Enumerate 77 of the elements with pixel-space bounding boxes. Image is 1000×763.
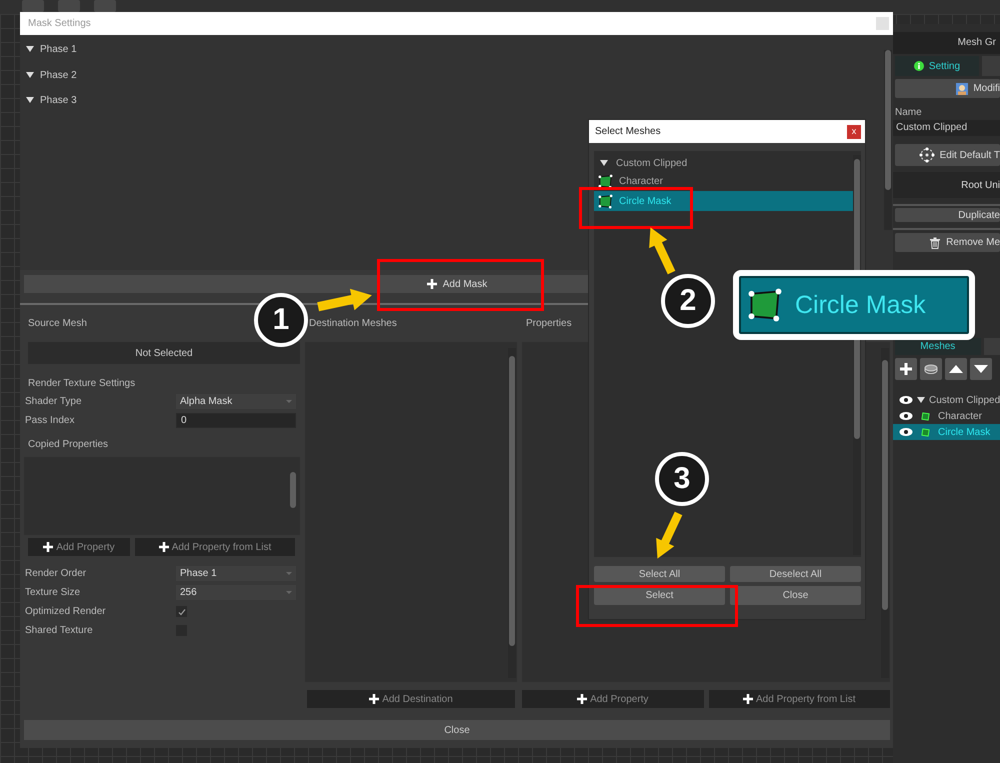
modifier-button[interactable]: Modifi bbox=[895, 79, 1000, 98]
tree-row[interactable]: Character bbox=[893, 408, 1000, 424]
trash-icon bbox=[929, 236, 942, 248]
transform-icon bbox=[918, 147, 935, 163]
plus-icon bbox=[900, 363, 912, 375]
section-label: Copied Properties bbox=[27, 438, 108, 452]
field-label: Shader Type bbox=[24, 396, 83, 407]
render-order-dropdown[interactable]: Phase 1 bbox=[176, 566, 296, 581]
tab[interactable]: Setting bbox=[895, 56, 979, 76]
up-triangle-icon bbox=[949, 365, 963, 373]
callout-label: Circle Mask bbox=[795, 290, 926, 320]
plus-icon bbox=[369, 694, 380, 704]
plus-icon bbox=[577, 694, 588, 704]
plus-icon bbox=[426, 279, 437, 289]
root-unit-label: Root Uni bbox=[961, 180, 1000, 190]
close-button[interactable]: Close bbox=[24, 720, 890, 740]
mesh-icon bbox=[747, 287, 783, 323]
move-up-button[interactable] bbox=[945, 358, 967, 380]
tree-row[interactable]: Circle Mask bbox=[893, 424, 1000, 440]
eye-icon[interactable] bbox=[899, 427, 913, 437]
dialog-button[interactable]: Close bbox=[730, 586, 861, 605]
mesh-item[interactable]: Character bbox=[594, 171, 853, 191]
window-title: Mask Settings bbox=[28, 18, 91, 29]
field-label: Texture Size bbox=[24, 587, 82, 598]
mesh-icon bbox=[598, 174, 613, 188]
add-property-button[interactable]: Add Property from List bbox=[708, 690, 890, 708]
phase-item[interactable]: Phase 3 bbox=[26, 95, 884, 120]
section-label: Render Texture Settings bbox=[27, 377, 136, 391]
scrollbar[interactable] bbox=[884, 50, 892, 230]
column-heading: Destination Meshes bbox=[308, 317, 397, 331]
add-property-button[interactable]: Add Property bbox=[28, 538, 130, 556]
field-label: Pass Index bbox=[24, 415, 76, 426]
add-property-button[interactable]: Add Property bbox=[522, 690, 704, 708]
move-down-button[interactable] bbox=[970, 358, 992, 380]
pass-index-field[interactable]: 0 bbox=[176, 413, 296, 428]
add-button[interactable] bbox=[895, 358, 917, 380]
panel-header: Mesh Gr bbox=[893, 32, 1000, 54]
mesh-item[interactable]: Circle Mask bbox=[594, 191, 853, 211]
info-icon bbox=[914, 61, 924, 71]
tab[interactable]: Meshes bbox=[895, 338, 981, 355]
dialog-button[interactable]: Deselect All bbox=[730, 566, 861, 582]
tree-item[interactable]: Custom Clipped bbox=[929, 394, 1000, 406]
name-field[interactable]: Custom Clipped bbox=[893, 120, 1000, 136]
section-label: Source Mesh bbox=[27, 317, 87, 331]
shader-type-dropdown[interactable]: Alpha Mask bbox=[176, 394, 296, 409]
checkbox[interactable] bbox=[176, 606, 187, 617]
add-destination-button[interactable]: Add Destination bbox=[307, 690, 515, 708]
down-triangle-icon bbox=[974, 365, 988, 373]
dialog-close-button[interactable]: x bbox=[847, 124, 861, 138]
plus-icon bbox=[743, 694, 753, 704]
phase-item[interactable]: Phase 1 bbox=[26, 44, 884, 70]
column-heading: Properties bbox=[525, 317, 572, 331]
remove-button[interactable]: Remove Me bbox=[895, 233, 1000, 252]
eye-icon[interactable] bbox=[899, 411, 913, 421]
name-label: Name bbox=[894, 107, 923, 118]
dialog-title: Select Meshes bbox=[595, 126, 661, 137]
scrollbar[interactable] bbox=[508, 348, 516, 678]
expand-icon[interactable] bbox=[917, 397, 925, 403]
edit-button[interactable]: Edit Default T bbox=[895, 144, 1000, 166]
phase-item[interactable]: Phase 2 bbox=[26, 70, 884, 95]
dialog-button[interactable]: Select All bbox=[594, 566, 725, 582]
tree-group[interactable]: Custom Clipped bbox=[594, 155, 853, 171]
field-label: Shared Texture bbox=[24, 625, 94, 636]
disc-icon bbox=[924, 364, 938, 374]
field-label: Optimized Render bbox=[24, 606, 107, 617]
source-mesh-button[interactable]: Not Selected bbox=[28, 342, 300, 364]
scrollbar[interactable] bbox=[881, 348, 889, 678]
mesh-icon bbox=[598, 194, 613, 208]
duplicate-button[interactable]: Duplicate bbox=[895, 208, 1000, 222]
layer-button[interactable] bbox=[920, 358, 942, 380]
plus-icon bbox=[158, 542, 169, 552]
eye-icon[interactable] bbox=[899, 395, 913, 405]
field-label: Render Order bbox=[24, 568, 88, 579]
plus-icon bbox=[43, 542, 54, 552]
person-icon bbox=[956, 82, 968, 94]
texture-size-dropdown[interactable]: 256 bbox=[176, 585, 296, 600]
add-property-button[interactable]: Add Property from List bbox=[135, 538, 295, 556]
